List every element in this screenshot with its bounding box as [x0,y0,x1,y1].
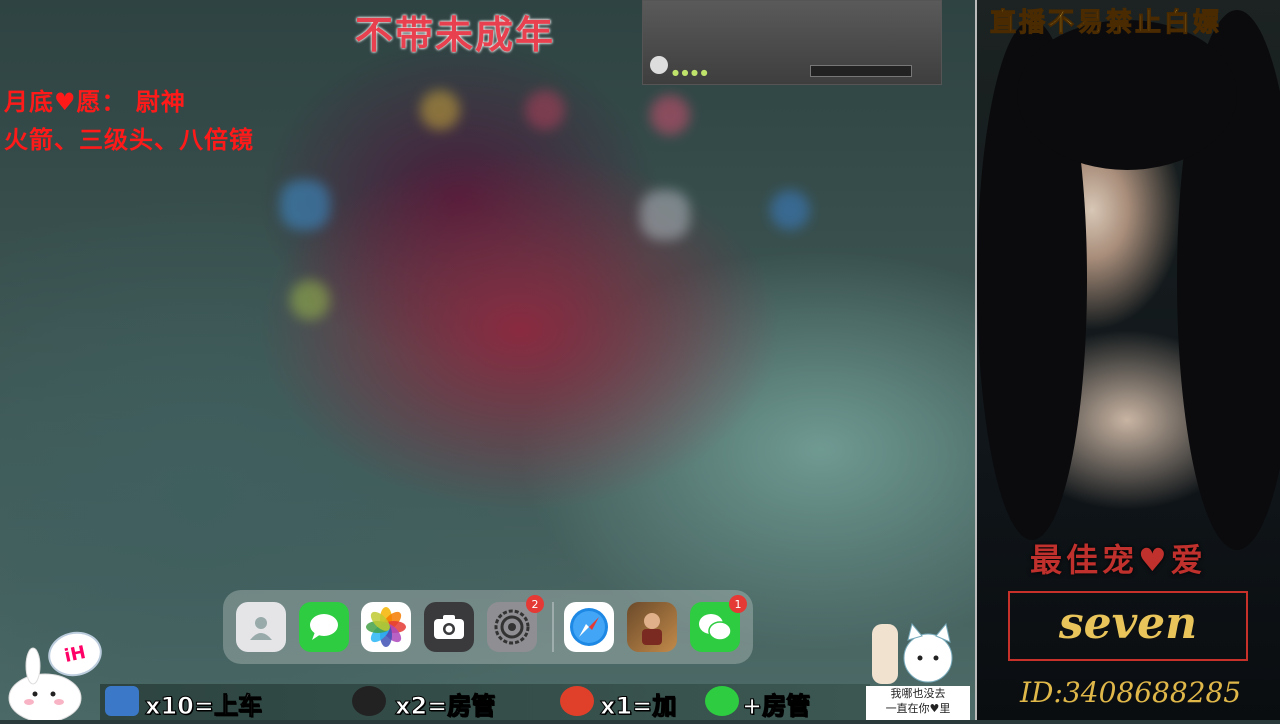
stream-title: 不带未成年 [355,12,556,57]
photos-icon[interactable] [361,602,411,652]
cat-note-line-2: 一直在你♥里 [885,702,951,715]
blurred-app-icon [290,280,330,320]
gift-rule-3: x1=加 [599,692,677,721]
settings-badge: 2 [526,595,544,613]
gift-rule-4: +房管 [741,692,811,721]
pip-status-dots: ● ● ● ● [672,68,708,77]
pip-avatar-icon [650,56,668,74]
blurred-app-icon [640,190,690,240]
best-pet-label: 最佳宠♥爱 [1030,541,1207,579]
cat-note-line-1: 我哪也没去 [890,687,946,700]
no-freeloading-banner: 直播不易禁止白嫖 [989,8,1223,39]
gift-rule-2: x2=房管 [394,692,496,721]
camera-icon[interactable] [424,602,474,652]
messages-icon[interactable] [299,602,349,652]
contacts-icon[interactable] [236,602,286,652]
blurred-app-icon [770,190,810,230]
game-icon[interactable] [627,602,677,652]
dock-separator [552,602,554,652]
wechat-badge: 1 [729,595,747,613]
blurred-app-icon [280,180,330,230]
rocket-icon [560,686,594,716]
wish-line-2: 火箭、三级头、八倍镜 [4,126,254,154]
blurred-app-icon [420,90,460,130]
gift-rule-1: x10=上车 [145,692,263,721]
streamer-name: seven [1058,598,1198,649]
streamer-id: ID:3408688285 [1020,676,1242,709]
wish-line-1: 月底♥愿： 尉神 [4,88,186,116]
gift-card-icon [105,686,139,716]
helmet-icon [352,686,386,716]
pip-weapon-bar [810,65,912,77]
blurred-app-icon [525,90,565,130]
wechat-small-icon [705,686,739,716]
blurred-app-icon [650,95,690,135]
portrait-hair-top [1017,20,1237,170]
safari-icon[interactable] [564,602,614,652]
cat-note: 我哪也没去 一直在你♥里 [866,686,970,720]
